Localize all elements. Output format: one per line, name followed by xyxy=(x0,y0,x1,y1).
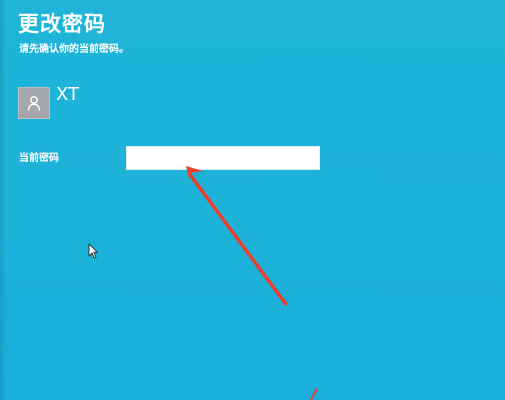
avatar xyxy=(18,87,50,119)
mouse-pointer-icon xyxy=(88,243,98,259)
page-subtitle: 请先确认你的当前密码。 xyxy=(19,44,129,55)
change-password-screen: 更改密码 请先确认你的当前密码。 XT 当前密码 xyxy=(0,0,505,400)
red-arrow-icon xyxy=(186,166,318,400)
current-password-label: 当前密码 xyxy=(19,153,59,164)
current-password-input[interactable] xyxy=(126,146,320,170)
user-icon xyxy=(27,96,41,111)
page-title: 更改密码 xyxy=(18,12,106,36)
window-edge xyxy=(0,0,6,400)
username: XT xyxy=(56,84,80,105)
